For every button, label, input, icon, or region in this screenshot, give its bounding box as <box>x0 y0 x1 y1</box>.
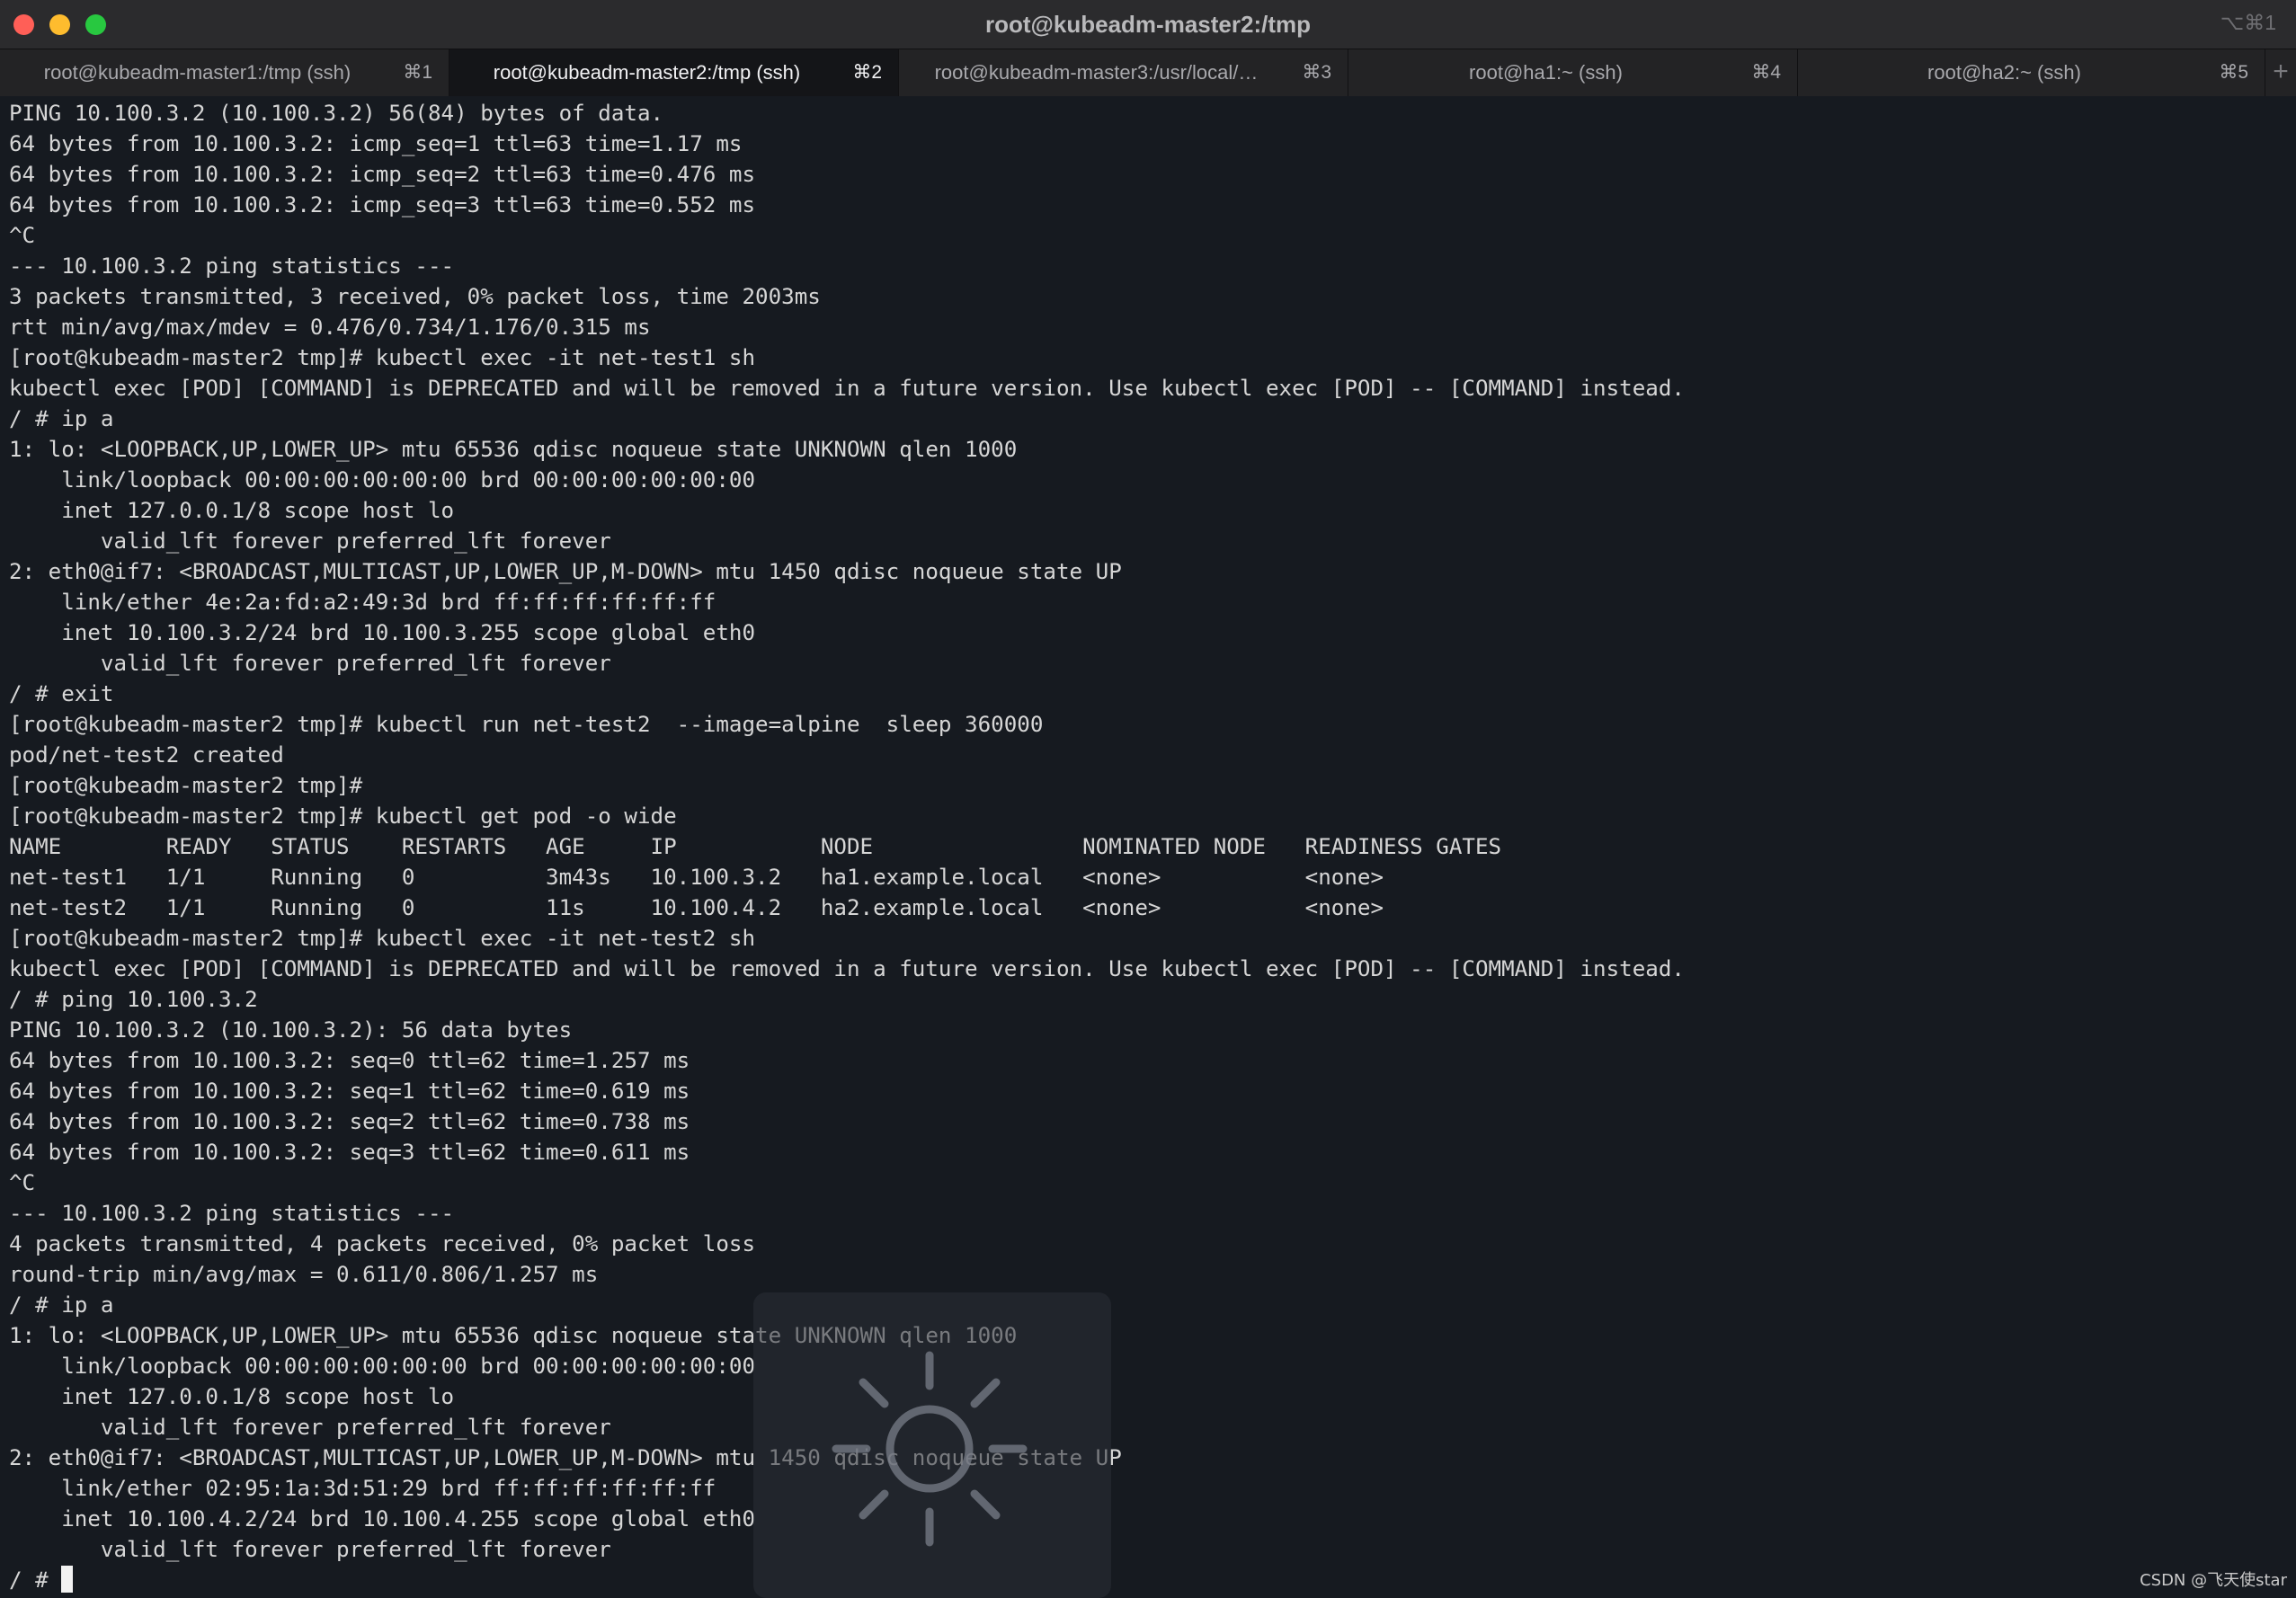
terminal-line: net-test2 1/1 Running 0 11s 10.100.4.2 h… <box>9 895 1384 920</box>
tab-master2[interactable]: root@kubeadm-master2:/tmp (ssh) ⌘2 <box>449 49 899 96</box>
terminal-line: / # ip a <box>9 406 114 431</box>
terminal-line: NAME READY STATUS RESTARTS AGE IP NODE N… <box>9 834 1502 859</box>
brightness-hud <box>753 1292 1111 1598</box>
tab-shortcut: ⌘5 <box>2219 62 2248 83</box>
terminal-line: 64 bytes from 10.100.3.2: seq=1 ttl=62 t… <box>9 1079 690 1104</box>
terminal-line: valid_lft forever preferred_lft forever <box>9 651 611 676</box>
terminal-line: 2: eth0@if7: <BROADCAST,MULTICAST,UP,LOW… <box>9 559 1122 584</box>
tab-shortcut: ⌘4 <box>1751 62 1781 83</box>
terminal-line: / # exit <box>9 681 114 706</box>
terminal-line: ^C <box>9 223 36 248</box>
tab-label: root@kubeadm-master1:/tmp (ssh) <box>43 61 352 84</box>
window-shortcut: ⌥⌘1 <box>2220 11 2276 34</box>
tab-shortcut: ⌘3 <box>1302 62 1331 83</box>
terminal-line: 1: lo: <LOOPBACK,UP,LOWER_UP> mtu 65536 … <box>9 437 1018 462</box>
terminal-line: valid_lft forever preferred_lft forever <box>9 528 611 554</box>
new-tab-button[interactable]: + <box>2265 49 2296 96</box>
terminal-line: 64 bytes from 10.100.3.2: icmp_seq=2 ttl… <box>9 162 756 187</box>
tab-label: root@ha2:~ (ssh) <box>1927 61 2081 84</box>
terminal-line: inet 127.0.0.1/8 scope host lo <box>9 498 455 523</box>
terminal-window: root@kubeadm-master2:/tmp ⌥⌘1 root@kubea… <box>0 0 2296 1598</box>
tab-bar: root@kubeadm-master1:/tmp (ssh) ⌘1 root@… <box>0 49 2296 97</box>
terminal-line: [root@kubeadm-master2 tmp]# kubectl exec… <box>9 926 756 951</box>
terminal-line: 64 bytes from 10.100.3.2: seq=3 ttl=62 t… <box>9 1140 690 1165</box>
terminal-line: pod/net-test2 created <box>9 742 284 768</box>
terminal-line: 64 bytes from 10.100.3.2: icmp_seq=1 ttl… <box>9 131 743 156</box>
terminal-line: net-test1 1/1 Running 0 3m43s 10.100.3.2… <box>9 865 1384 890</box>
terminal-line: rtt min/avg/max/mdev = 0.476/0.734/1.176… <box>9 315 651 340</box>
terminal-line: inet 10.100.3.2/24 brd 10.100.3.255 scop… <box>9 620 756 645</box>
terminal-line: [root@kubeadm-master2 tmp]# <box>9 773 363 798</box>
tab-ha1[interactable]: root@ha1:~ (ssh) ⌘4 <box>1348 49 1798 96</box>
terminal-line: PING 10.100.3.2 (10.100.3.2): 56 data by… <box>9 1017 573 1043</box>
terminal-line: link/ether 4e:2a:fd:a2:49:3d brd ff:ff:f… <box>9 590 716 615</box>
shell-prompt: / # <box>9 1567 62 1593</box>
brightness-icon <box>832 1351 1028 1547</box>
tab-label: root@ha1:~ (ssh) <box>1469 61 1623 84</box>
terminal-line: --- 10.100.3.2 ping statistics --- <box>9 253 455 279</box>
tab-master1[interactable]: root@kubeadm-master1:/tmp (ssh) ⌘1 <box>0 49 449 96</box>
terminal-line: [root@kubeadm-master2 tmp]# kubectl get … <box>9 803 677 829</box>
terminal-line: 4 packets transmitted, 4 packets receive… <box>9 1231 756 1256</box>
watermark: CSDN @飞天使star <box>2140 1571 2287 1590</box>
terminal-line: link/loopback 00:00:00:00:00:00 brd 00:0… <box>9 467 756 493</box>
tab-shortcut: ⌘2 <box>852 62 882 83</box>
terminal-line: round-trip min/avg/max = 0.611/0.806/1.2… <box>9 1262 599 1287</box>
terminal-line: 64 bytes from 10.100.3.2: seq=0 ttl=62 t… <box>9 1048 690 1073</box>
tab-label: root@kubeadm-master3:/usr/local/… <box>934 61 1259 84</box>
tab-master3[interactable]: root@kubeadm-master3:/usr/local/… ⌘3 <box>899 49 1348 96</box>
terminal-line: [root@kubeadm-master2 tmp]# kubectl exec… <box>9 345 756 370</box>
text-cursor <box>61 1566 74 1593</box>
terminal-line: --- 10.100.3.2 ping statistics --- <box>9 1201 455 1226</box>
terminal-line: [root@kubeadm-master2 tmp]# kubectl run … <box>9 712 1044 737</box>
terminal-line: kubectl exec [POD] [COMMAND] is DEPRECAT… <box>9 376 1685 401</box>
terminal-line: 64 bytes from 10.100.3.2: icmp_seq=3 ttl… <box>9 192 756 218</box>
terminal-line: / # ping 10.100.3.2 <box>9 987 258 1012</box>
terminal-line: 3 packets transmitted, 3 received, 0% pa… <box>9 284 821 309</box>
terminal-line: PING 10.100.3.2 (10.100.3.2) 56(84) byte… <box>9 101 664 126</box>
terminal-line: ^C <box>9 1170 36 1195</box>
tab-shortcut: ⌘1 <box>403 62 432 83</box>
terminal-output[interactable]: PING 10.100.3.2 (10.100.3.2) 56(84) byte… <box>0 96 2296 1598</box>
tab-ha2[interactable]: root@ha2:~ (ssh) ⌘5 <box>1798 49 2265 96</box>
terminal-line: kubectl exec [POD] [COMMAND] is DEPRECAT… <box>9 956 1685 981</box>
tab-label: root@kubeadm-master2:/tmp (ssh) <box>493 61 801 84</box>
terminal-line: 64 bytes from 10.100.3.2: seq=2 ttl=62 t… <box>9 1109 690 1134</box>
title-bar[interactable]: root@kubeadm-master2:/tmp ⌥⌘1 <box>0 0 2296 49</box>
window-title: root@kubeadm-master2:/tmp <box>985 11 1311 38</box>
